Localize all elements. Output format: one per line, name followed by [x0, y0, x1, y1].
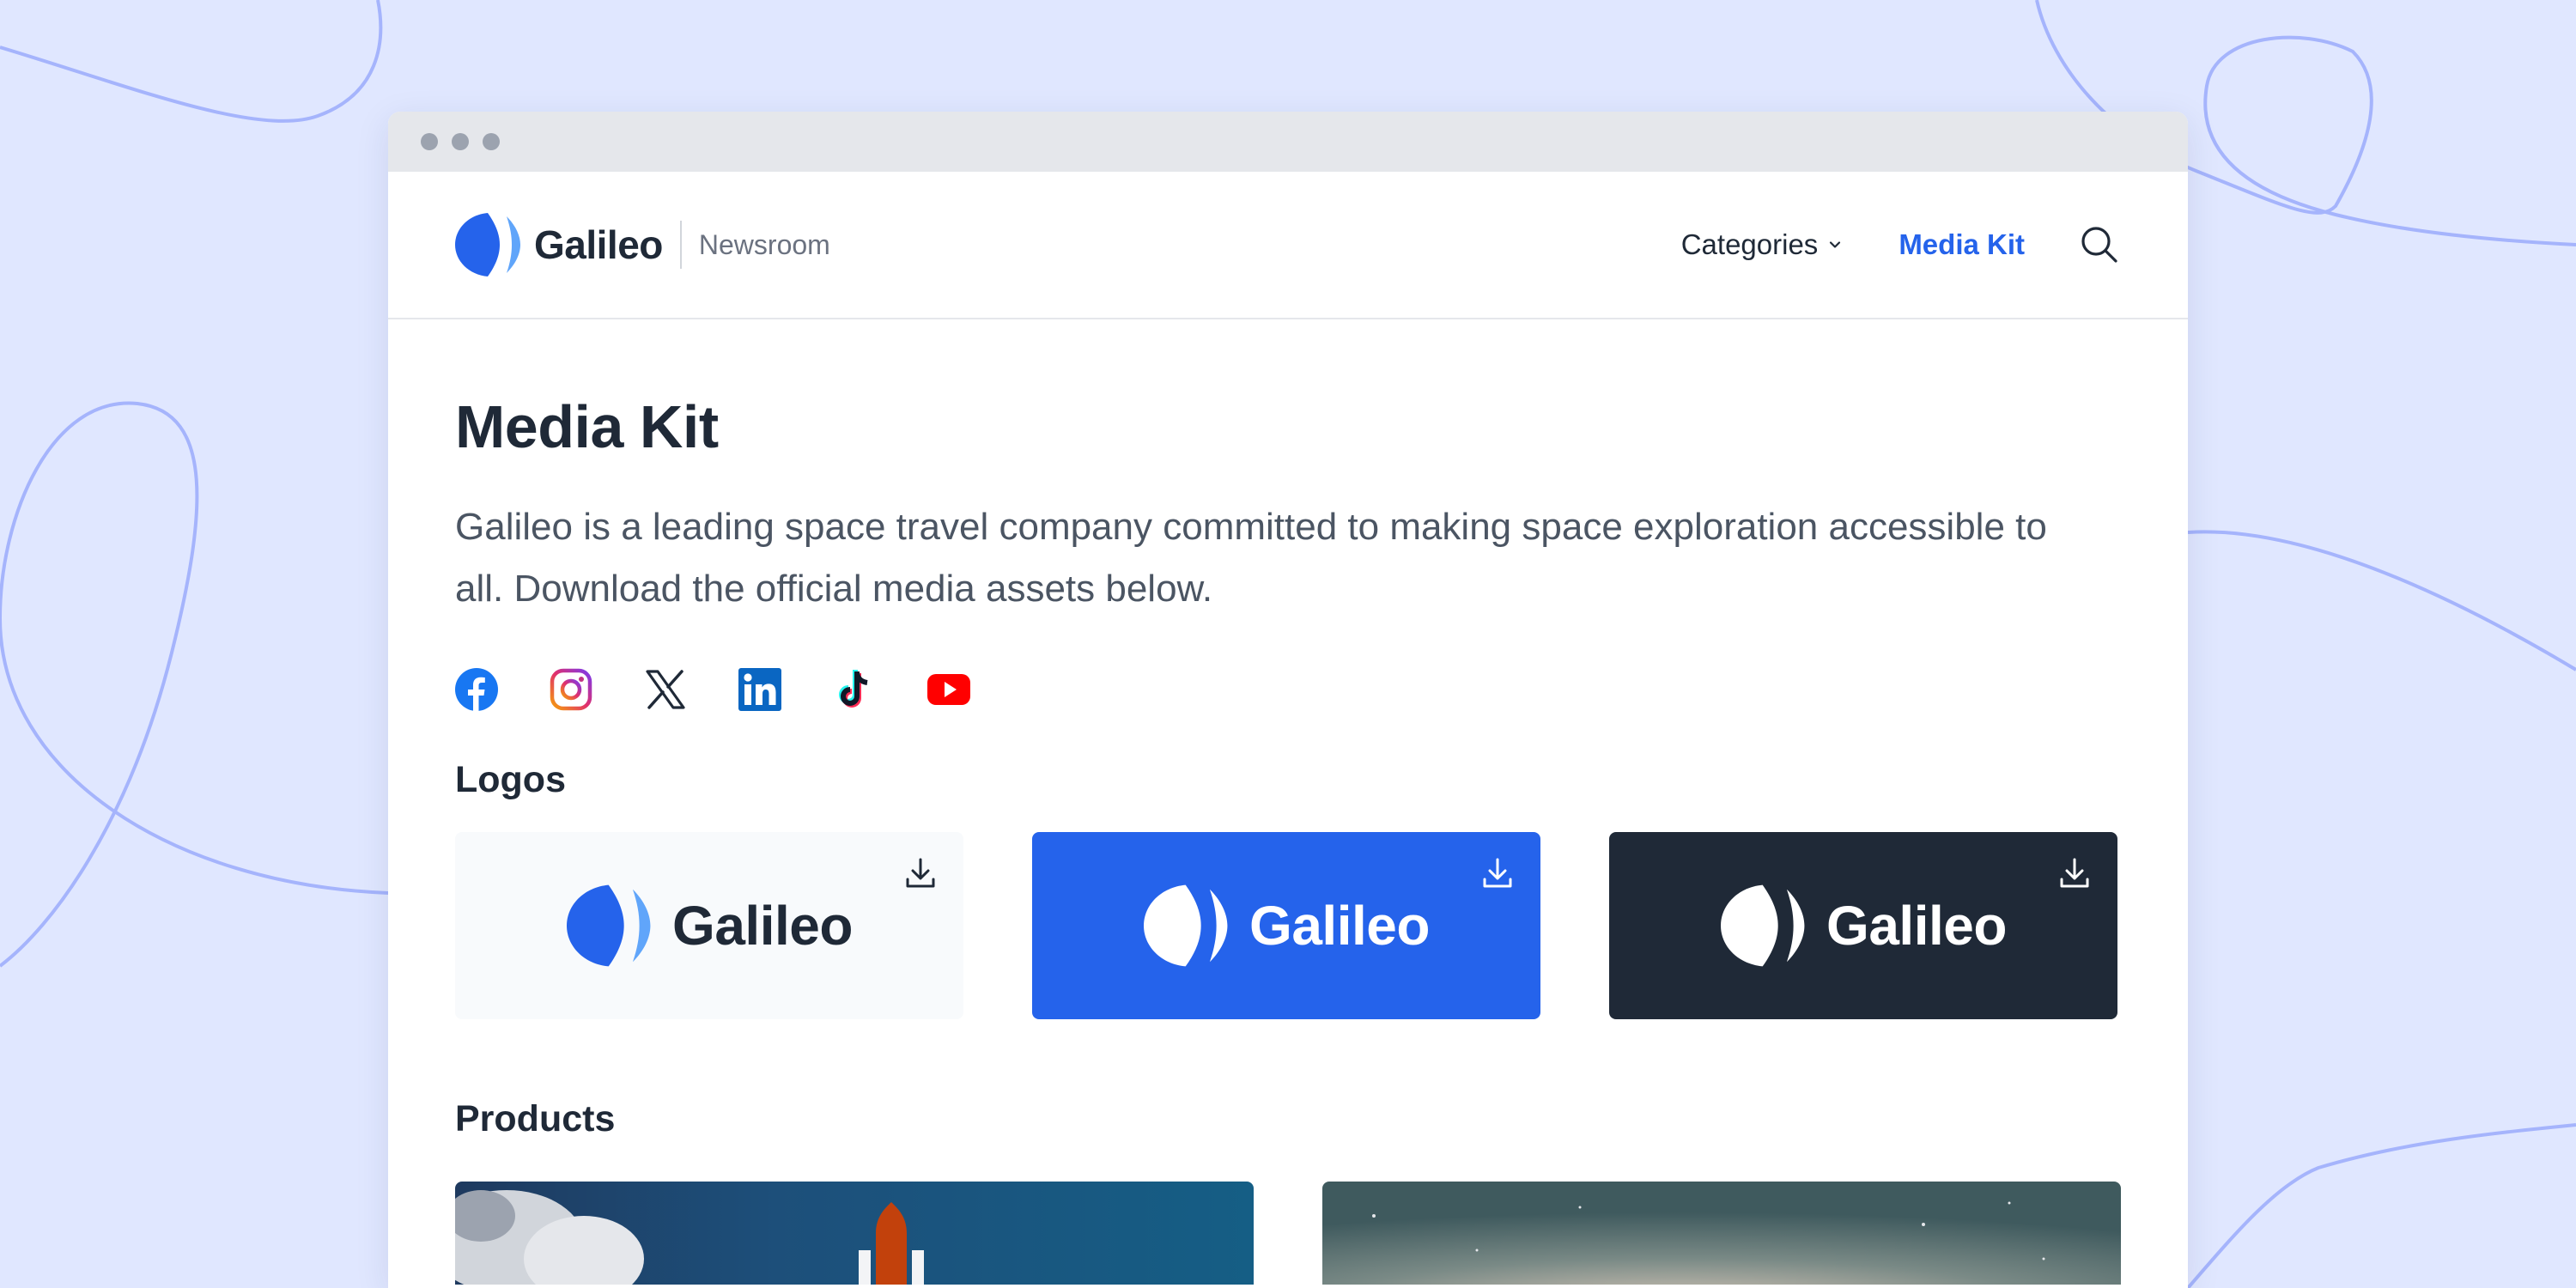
products-grid [455, 1182, 2121, 1285]
logo-card-dark: Galileo [1609, 832, 2117, 1019]
logo-card-light: Galileo [455, 832, 963, 1019]
site-header: Galileo Newsroom Categories Media Kit [388, 172, 2188, 319]
nav-media-kit[interactable]: Media Kit [1899, 228, 2025, 261]
linkedin-icon[interactable] [738, 668, 781, 711]
window-dot [483, 133, 500, 150]
logos-heading: Logos [455, 759, 566, 800]
galileo-logo-icon [455, 213, 520, 276]
brand-name: Galileo [534, 222, 663, 267]
x-icon[interactable] [644, 668, 687, 711]
logos-grid: Galileo Galileo Galileo [455, 832, 2121, 1019]
brand-divider [679, 221, 682, 269]
logo-card-blue: Galileo [1032, 832, 1540, 1019]
window-dot [452, 133, 469, 150]
logo-wordmark: Galileo [1826, 895, 2007, 957]
page-description: Galileo is a leading space travel compan… [455, 506, 2047, 610]
brand-link[interactable]: Galileo Newsroom [455, 211, 830, 278]
logo-wordmark: Galileo [672, 895, 853, 957]
chevron-down-icon [1830, 241, 1841, 248]
social-links [455, 668, 2121, 711]
galileo-logo-icon [567, 884, 651, 967]
product-image-rocket-launch[interactable] [455, 1182, 1254, 1285]
download-icon[interactable] [903, 856, 938, 890]
download-icon[interactable] [1480, 856, 1515, 890]
tiktok-icon[interactable] [833, 668, 876, 711]
instagram-icon[interactable] [550, 668, 592, 711]
categories-dropdown[interactable]: Categories [1681, 228, 1844, 261]
logo-wordmark: Galileo [1249, 895, 1430, 957]
product-image-launch-night[interactable] [1322, 1182, 2121, 1285]
browser-chrome [388, 112, 2188, 172]
page-title: Media Kit [455, 393, 719, 460]
main-nav: Categories Media Kit [1681, 225, 2119, 264]
facebook-icon[interactable] [455, 668, 498, 711]
window-dot [421, 133, 438, 150]
browser-window: Galileo Newsroom Categories Media Kit Me… [388, 112, 2188, 1288]
galileo-logo-icon [1144, 884, 1228, 967]
categories-label: Categories [1680, 228, 1819, 260]
download-icon[interactable] [2057, 856, 2092, 890]
youtube-icon[interactable] [927, 668, 970, 711]
search-icon[interactable] [2080, 225, 2119, 264]
products-heading: Products [455, 1098, 616, 1139]
main-content: Media Kit Galileo is a leading space tra… [388, 319, 2188, 1285]
brand-subtitle: Newsroom [698, 228, 830, 260]
galileo-logo-icon [1721, 884, 1805, 967]
